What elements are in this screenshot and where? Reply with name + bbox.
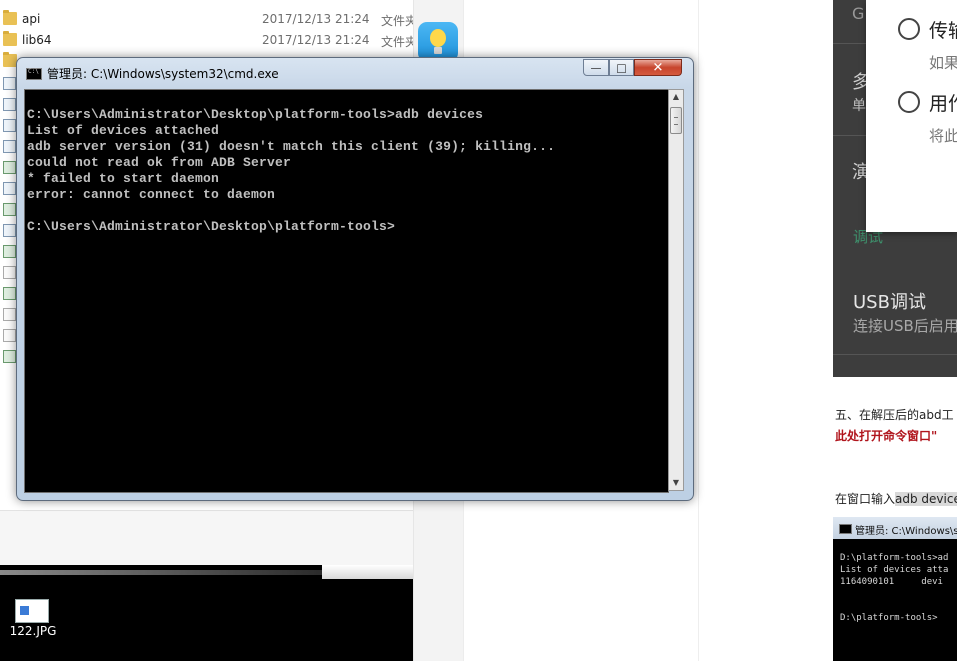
console-line: adb server version (31) doesn't match th… — [27, 139, 556, 154]
bulb-glow — [430, 29, 446, 47]
usb-debug-subtitle: 连接USB后启用 — [853, 317, 957, 335]
article-text: 在窗口输入 — [835, 492, 896, 506]
article-margin — [698, 0, 834, 661]
folder-icon — [3, 31, 17, 46]
file-date: 2017/12/13 21:24 — [262, 33, 370, 47]
option-use-as-subtitle: 将此 — [929, 127, 957, 145]
thumb-title: 管理员: C:\Windows\sys — [855, 526, 957, 537]
radio-button-transfer[interactable] — [898, 18, 920, 40]
desktop-window-edge — [322, 565, 413, 579]
file-icon — [3, 161, 16, 174]
close-button[interactable]: ✕ — [634, 59, 682, 76]
file-date: 2017/12/13 21:24 — [262, 12, 370, 26]
usb-mode-dialog: 传输 如果 用作 将此 — [866, 0, 957, 232]
file-icon — [3, 350, 16, 363]
file-icon — [3, 119, 16, 132]
thumb-console-line: D:\platform-tools> — [840, 613, 938, 623]
phone-side-text: G — [852, 4, 865, 23]
maximize-button[interactable]: □ — [609, 59, 634, 76]
file-icon — [3, 98, 16, 111]
file-row-api[interactable]: api 2017/12/13 21:24 文件夹 — [0, 9, 413, 30]
lightbulb-icon[interactable] — [418, 22, 458, 62]
option-transfer-subtitle: 如果 — [929, 54, 957, 72]
folder-icon — [3, 10, 17, 25]
desktop-file-label[interactable]: 122.JPG — [6, 624, 60, 638]
usb-debug-title: USB调试 — [853, 292, 926, 313]
cmd-icon — [839, 524, 852, 534]
file-icon — [3, 329, 16, 342]
article-emphasis: 此处打开命令窗口" — [835, 429, 938, 443]
article-paragraph: 五、在解压后的abd工 — [835, 408, 954, 422]
minimize-icon: — — [590, 61, 602, 74]
thumb-console-line: 1164090101 devi — [840, 577, 943, 587]
desktop: 122.JPG — [0, 565, 413, 661]
explorer-empty-area — [0, 510, 413, 566]
scroll-up-arrow-icon[interactable]: ▲ — [669, 90, 683, 104]
minimize-button[interactable]: — — [583, 59, 609, 76]
scroll-thumb[interactable] — [670, 107, 682, 134]
scroll-down-arrow-icon[interactable]: ▼ — [669, 476, 683, 490]
cmd-icon — [26, 68, 42, 80]
maximize-icon: □ — [616, 61, 627, 74]
file-icon — [3, 140, 16, 153]
file-icon — [3, 245, 16, 258]
cmd-window[interactable]: 管理员: C:\Windows\system32\cmd.exe — □ ✕ C… — [16, 57, 694, 501]
console-line: * failed to start daemon — [27, 171, 220, 186]
vertical-scrollbar[interactable]: ▲ ▼ — [668, 89, 684, 491]
desktop-bar — [0, 570, 322, 575]
thumb-titlebar: 管理员: C:\Windows\sys — [833, 517, 957, 539]
file-icon — [3, 182, 16, 195]
file-icon — [3, 308, 16, 321]
bulb-base — [434, 47, 442, 54]
phone-side-text: 单 — [852, 98, 866, 114]
file-row-lib64[interactable]: lib64 2017/12/13 21:24 文件夹 — [0, 30, 413, 51]
window-title: 管理员: C:\Windows\system32\cmd.exe — [47, 67, 279, 81]
console-output[interactable]: C:\Users\Administrator\Desktop\platform-… — [24, 89, 669, 493]
radio-button-use-as[interactable] — [898, 91, 920, 113]
console-prompt: C:\Users\Administrator\Desktop\platform-… — [27, 219, 396, 234]
thumb-console-line: D:\platform-tools>ad — [840, 553, 949, 563]
image-file-icon[interactable] — [15, 599, 49, 623]
console-line: error: cannot connect to daemon — [27, 187, 276, 202]
option-use-as-title: 用作 — [929, 93, 957, 115]
file-icon — [3, 287, 16, 300]
article-paragraph: 在窗口输入adb device — [835, 490, 957, 507]
phone-divider — [833, 354, 957, 355]
file-icon — [3, 203, 16, 216]
console-line: could not read ok from ADB Server — [27, 155, 292, 170]
file-icon — [3, 266, 16, 279]
console-line: C:\Users\Administrator\Desktop\platform-… — [27, 107, 484, 122]
file-type: 文件夹 — [381, 35, 413, 49]
close-icon: ✕ — [652, 60, 664, 75]
folder-icon — [3, 52, 17, 67]
file-icon — [3, 77, 16, 90]
file-icon — [3, 224, 16, 237]
article-code-highlight: adb device — [895, 492, 957, 506]
thumb-console-line: List of devices atta — [840, 565, 949, 575]
option-transfer-title: 传输 — [929, 20, 957, 42]
console-line: List of devices attached — [27, 123, 220, 138]
file-name: api — [22, 12, 41, 26]
file-type: 文件夹 — [381, 14, 413, 28]
cmd-screenshot-thumbnail: 管理员: C:\Windows\sys D:\platform-tools>ad… — [833, 517, 957, 661]
file-name: lib64 — [22, 33, 52, 47]
